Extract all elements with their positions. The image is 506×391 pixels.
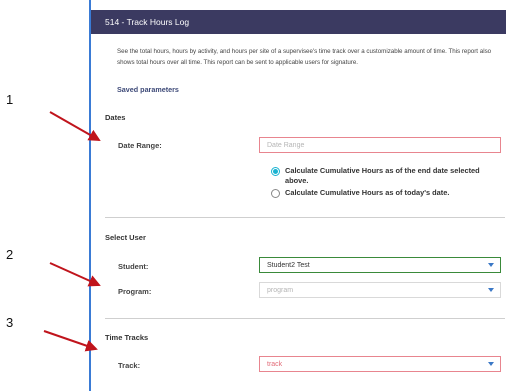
annotation-arrow-1 [49,111,101,141]
annotation-arrow-2 [49,262,101,287]
annotation-arrows [43,111,101,352]
annotation-arrow-3 [43,330,98,352]
